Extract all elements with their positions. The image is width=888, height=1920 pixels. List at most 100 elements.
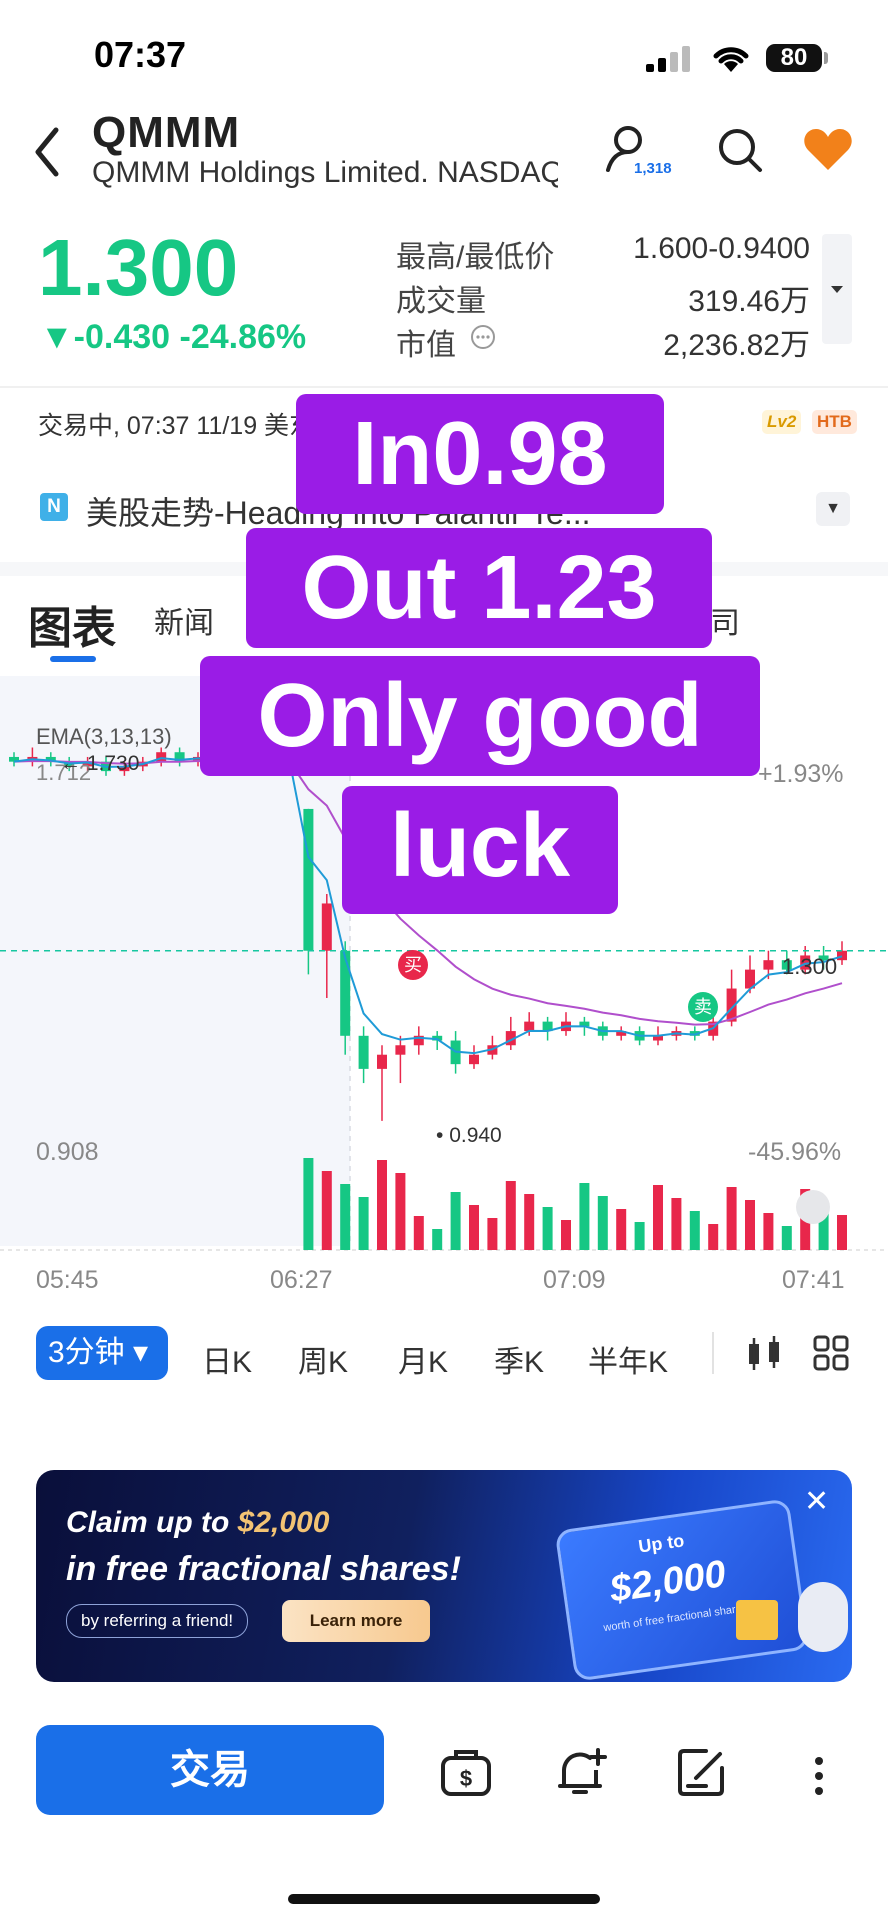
promo-card-upto: Up to xyxy=(637,1530,686,1557)
volume-bar xyxy=(653,1185,663,1250)
volume-bar xyxy=(781,1226,792,1250)
candle-body xyxy=(321,903,332,951)
volume-bar xyxy=(505,1181,516,1250)
volume-bar xyxy=(597,1196,608,1250)
interval-day[interactable]: 日K xyxy=(202,1337,252,1381)
volume-bar xyxy=(745,1200,755,1250)
wifi-icon xyxy=(710,42,752,79)
stat-value-volume: 319.46万 xyxy=(688,285,810,318)
interval-quarter[interactable]: 季K xyxy=(494,1337,544,1381)
promo-headline-line1: Claim up to $2,000 xyxy=(66,1506,329,1540)
more-options-icon[interactable] xyxy=(812,1756,826,1801)
interval-3min-label: 3分钟 xyxy=(48,1336,125,1369)
news-source-icon: N xyxy=(40,493,68,521)
volume-bar xyxy=(634,1222,645,1250)
close-icon[interactable]: ✕ xyxy=(804,1484,829,1519)
note-edit-icon[interactable] xyxy=(676,1746,728,1803)
volume-bar xyxy=(358,1197,369,1250)
volume-bar xyxy=(450,1192,461,1250)
indicator-label: EMA(3,13,13) xyxy=(36,724,172,749)
volume-bar xyxy=(469,1205,479,1250)
stat-label-market-cap: 市值 xyxy=(396,329,456,362)
favorite-heart-icon[interactable] xyxy=(802,128,854,177)
interval-divider xyxy=(712,1332,714,1374)
company-name: QMMM Holdings Limited. NASDAQ xyxy=(92,156,558,188)
follower-count: 1,318 xyxy=(634,160,672,177)
stat-value-high-low: 1.600-0.9400 xyxy=(633,232,810,265)
chart-fullscreen-icon[interactable] xyxy=(796,1190,830,1224)
volume-bar xyxy=(671,1198,682,1250)
volume-bar xyxy=(616,1209,627,1250)
high-marker-label: ← 1.730 xyxy=(60,752,140,775)
volume-bar xyxy=(432,1229,443,1250)
learn-more-button[interactable]: Learn more xyxy=(282,1600,430,1642)
stat-label-high-low: 最高/最低价 xyxy=(396,241,555,274)
back-button[interactable] xyxy=(30,124,64,185)
candle-body xyxy=(358,1035,369,1069)
candle-style-icon[interactable] xyxy=(744,1334,784,1379)
current-price-label: 1.300 xyxy=(782,954,838,979)
high-marker-value: 1.730 xyxy=(86,752,140,775)
badge-htb: HTB xyxy=(812,410,857,434)
low-marker-label: • 0.940 xyxy=(436,1124,502,1147)
overlay-caption-line: Only good xyxy=(200,656,760,776)
tab-news[interactable]: 新闻 xyxy=(154,598,214,642)
overlay-caption-line: Out 1.23 xyxy=(246,528,712,648)
promo-line1-prefix: Claim up to xyxy=(66,1506,238,1539)
volume-bar xyxy=(542,1207,553,1250)
badge-lv2: Lv2 xyxy=(762,410,802,434)
trading-status: 交易中, 07:37 11/19 美东 xyxy=(38,412,315,440)
time-label: 07:09 xyxy=(543,1266,606,1294)
candle-body xyxy=(395,1045,406,1055)
overlay-caption-line: In0.98 xyxy=(296,394,664,514)
candle-body xyxy=(303,808,314,951)
alert-bell-icon[interactable] xyxy=(556,1746,610,1803)
volume-bar xyxy=(395,1173,406,1250)
interval-3min-dropdown[interactable]: 3分钟 ▾ xyxy=(36,1326,168,1380)
home-indicator xyxy=(288,1894,600,1904)
volume-bar xyxy=(524,1194,535,1250)
svg-text:$: $ xyxy=(460,1766,472,1791)
candle-body xyxy=(524,1021,535,1032)
wallet-icon[interactable]: $ xyxy=(440,1748,492,1803)
stats-expand-button[interactable] xyxy=(822,234,852,344)
price-change: ▼-0.430 -24.86% xyxy=(40,318,307,356)
promo-banner[interactable]: Claim up to $2,000 in free fractional sh… xyxy=(36,1470,852,1682)
interval-week[interactable]: 周K xyxy=(298,1337,348,1381)
status-time: 07:37 xyxy=(94,34,187,75)
volume-bar xyxy=(340,1184,351,1250)
buy-marker: 买 xyxy=(398,950,428,980)
trade-button[interactable]: 交易 xyxy=(36,1725,384,1815)
promo-card-amount: $2,000 xyxy=(607,1553,729,1611)
volume-bar xyxy=(763,1213,774,1250)
interval-half-year[interactable]: 半年K xyxy=(588,1337,668,1381)
grid-menu-icon[interactable] xyxy=(812,1334,850,1377)
tab-chart[interactable]: 图表 xyxy=(28,592,116,656)
candle-body xyxy=(340,950,351,1036)
y-axis-top-pct: +1.93% xyxy=(758,760,844,788)
y-axis-bottom-pct: -45.96% xyxy=(748,1138,842,1166)
y-axis-bottom-value: 0.908 xyxy=(36,1138,99,1166)
last-price: 1.300 xyxy=(38,223,239,312)
sell-marker: 卖 xyxy=(688,992,718,1022)
price-change-value: -0.430 -24.86% xyxy=(73,318,307,356)
volume-bar xyxy=(579,1183,590,1250)
promo-card-graphic: Up to $2,000 worth of free fractional sh… xyxy=(554,1498,810,1682)
coin-icon xyxy=(798,1582,848,1652)
news-dropdown-button[interactable]: ▼ xyxy=(816,492,850,526)
active-tab-indicator xyxy=(50,656,96,662)
search-icon[interactable] xyxy=(716,126,764,181)
promo-headline-line2: in free fractional shares! xyxy=(66,1550,461,1588)
volume-bar xyxy=(837,1215,847,1250)
volume-bar xyxy=(708,1224,719,1250)
promo-line1-amount: $2,000 xyxy=(237,1506,330,1539)
volume-bar xyxy=(689,1211,700,1250)
info-icon[interactable] xyxy=(470,324,496,355)
volume-bar xyxy=(561,1220,571,1250)
ticker-symbol: QMMM xyxy=(92,108,241,157)
volume-bar xyxy=(413,1216,424,1250)
stat-value-market-cap: 2,236.82万 xyxy=(663,329,810,362)
interval-month[interactable]: 月K xyxy=(398,1337,448,1381)
time-label: 05:45 xyxy=(36,1266,99,1294)
gift-icon xyxy=(736,1600,778,1640)
